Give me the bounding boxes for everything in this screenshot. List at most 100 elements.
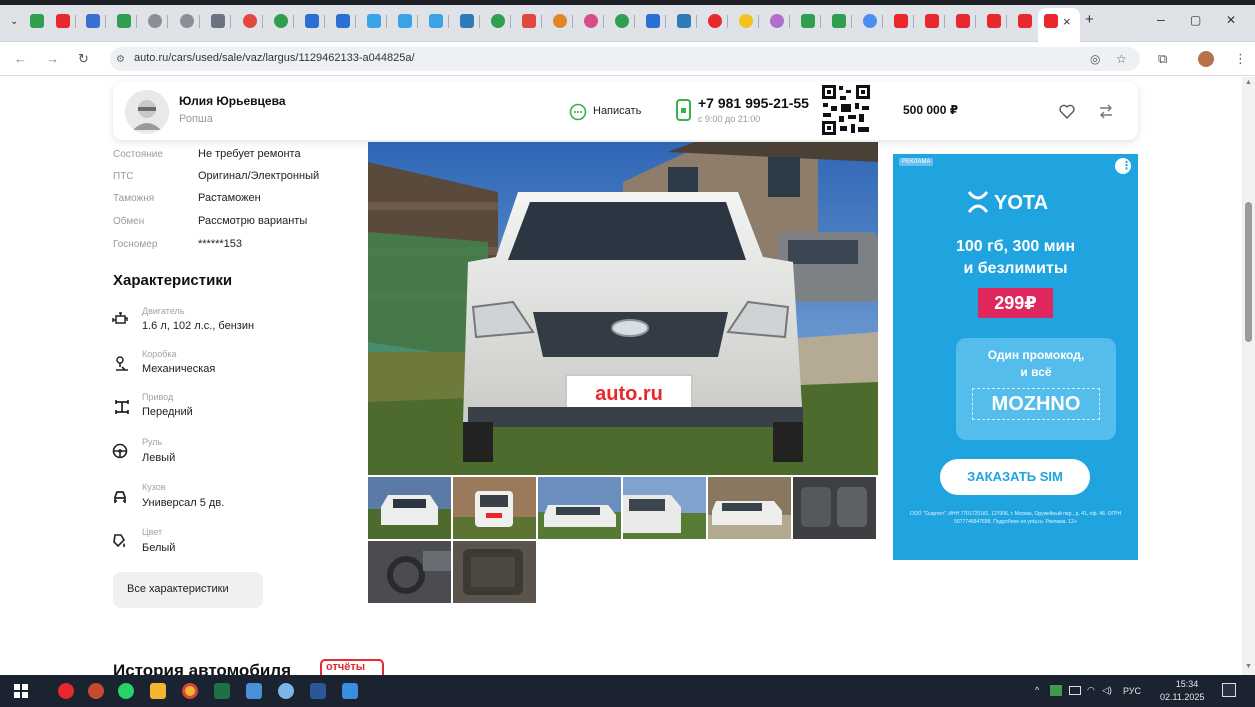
thumbnail[interactable] bbox=[453, 541, 536, 603]
tab-favicon-icon[interactable] bbox=[86, 14, 100, 28]
tab-favicon-icon[interactable] bbox=[30, 14, 44, 28]
tab-separator bbox=[75, 15, 76, 28]
ad-order-sim-button[interactable]: ЗАКАЗАТЬ SIM bbox=[940, 459, 1090, 495]
heart-favorite-icon[interactable] bbox=[1059, 104, 1075, 119]
thumbnail[interactable] bbox=[793, 477, 876, 539]
clock-date[interactable]: 02.11.2025 bbox=[1160, 692, 1204, 702]
network-icon[interactable]: ◠ bbox=[1087, 685, 1095, 696]
seller-name[interactable]: Юлия Юрьевцева bbox=[179, 94, 286, 108]
minimize-icon[interactable]: – bbox=[1157, 12, 1165, 26]
tab-favicon-icon[interactable] bbox=[987, 14, 1001, 28]
site-info-icon[interactable]: ⚙ bbox=[116, 53, 125, 67]
whatsapp-icon[interactable] bbox=[118, 683, 134, 699]
tab-favicon-icon[interactable] bbox=[460, 14, 474, 28]
tab-favicon-icon[interactable] bbox=[398, 14, 412, 28]
forward-arrow-icon[interactable]: → bbox=[46, 52, 59, 66]
tab-favicon-icon[interactable] bbox=[211, 14, 225, 28]
tab-favicon-icon[interactable] bbox=[925, 14, 939, 28]
tab-favicon-icon[interactable] bbox=[148, 14, 162, 28]
file-explorer-icon[interactable] bbox=[150, 683, 166, 699]
scroll-up-icon[interactable]: ▲ bbox=[1245, 79, 1252, 86]
word-icon[interactable] bbox=[310, 683, 326, 699]
extensions-icon[interactable]: ⧉ bbox=[1158, 52, 1167, 66]
restore-icon[interactable]: ▢ bbox=[1190, 13, 1201, 27]
tab-favicon-icon[interactable] bbox=[677, 14, 691, 28]
main-car-photo[interactable]: auto.ru bbox=[368, 142, 878, 475]
thumbnail[interactable] bbox=[538, 477, 621, 539]
tab-favicon-icon[interactable] bbox=[180, 14, 194, 28]
tab-favicon-icon[interactable] bbox=[117, 14, 131, 28]
address-bar[interactable]: ⚙ auto.ru/cars/used/sale/vaz/largus/1129… bbox=[110, 47, 1140, 71]
qr-code-icon[interactable] bbox=[821, 84, 871, 136]
thumbnail[interactable] bbox=[368, 541, 451, 603]
tab-favicon-icon[interactable] bbox=[1018, 14, 1032, 28]
volume-icon[interactable]: ◁) bbox=[1102, 685, 1112, 696]
bookmark-star-icon[interactable]: ☆ bbox=[1116, 52, 1127, 66]
notifications-icon[interactable] bbox=[1222, 683, 1236, 697]
tab-favicon-icon[interactable] bbox=[739, 14, 753, 28]
tab-favicon-icon[interactable] bbox=[56, 14, 70, 28]
app-icon[interactable] bbox=[278, 683, 294, 699]
paint-icon[interactable] bbox=[342, 683, 358, 699]
tab-favicon-icon[interactable] bbox=[522, 14, 536, 28]
tab-favicon-icon[interactable] bbox=[274, 14, 288, 28]
tab-favicon-icon[interactable] bbox=[863, 14, 877, 28]
tab-favicon-icon[interactable] bbox=[584, 14, 598, 28]
tab-favicon-icon[interactable] bbox=[770, 14, 784, 28]
reports-badge[interactable]: отчёты bbox=[320, 659, 384, 675]
tab-favicon-icon[interactable] bbox=[553, 14, 567, 28]
tab-search-icon[interactable]: ⌄ bbox=[10, 15, 18, 29]
tab-favicon-icon[interactable] bbox=[243, 14, 257, 28]
eye-off-icon[interactable]: ◎ bbox=[1090, 52, 1100, 66]
url-text[interactable]: auto.ru/cars/used/sale/vaz/largus/112946… bbox=[134, 52, 415, 64]
car-body-icon bbox=[114, 491, 126, 503]
seller-avatar[interactable] bbox=[125, 90, 169, 134]
thumbnail[interactable] bbox=[708, 477, 791, 539]
tab-favicon-icon[interactable] bbox=[832, 14, 846, 28]
tab-favicon-icon[interactable] bbox=[429, 14, 443, 28]
tray-app-icon[interactable] bbox=[1050, 685, 1062, 696]
seller-phone[interactable]: +7 981 995-21-55 bbox=[698, 95, 809, 111]
reload-icon[interactable]: ↻ bbox=[78, 52, 89, 66]
tab-favicon-icon[interactable] bbox=[894, 14, 908, 28]
thumbnail[interactable] bbox=[453, 477, 536, 539]
profile-avatar-icon[interactable] bbox=[1198, 51, 1214, 67]
menu-kebab-icon[interactable]: ⋮ bbox=[1234, 52, 1247, 66]
tab-favicon-icon[interactable] bbox=[367, 14, 381, 28]
scrollbar-thumb[interactable] bbox=[1245, 202, 1252, 342]
tab-close-icon[interactable]: × bbox=[1063, 15, 1071, 29]
tab-favicon-icon[interactable] bbox=[491, 14, 505, 28]
tab-favicon-icon[interactable] bbox=[615, 14, 629, 28]
app-icon[interactable] bbox=[246, 683, 262, 699]
thumbnail[interactable] bbox=[623, 477, 706, 539]
window-close-icon[interactable]: ✕ bbox=[1226, 13, 1236, 27]
tab-favicon-icon[interactable] bbox=[956, 14, 970, 28]
ad-more-icon[interactable]: ⋮ bbox=[1115, 158, 1132, 174]
yandex-browser-icon[interactable] bbox=[58, 683, 74, 699]
yota-ad-banner[interactable]: РЕКЛАМА ⋮ YOTA 100 гб, 300 мин и безлими… bbox=[893, 154, 1138, 560]
back-arrow-icon[interactable]: ← bbox=[14, 52, 27, 66]
scroll-down-icon[interactable]: ▼ bbox=[1245, 663, 1252, 670]
tab-separator bbox=[789, 15, 790, 28]
battery-icon[interactable] bbox=[1069, 686, 1081, 695]
reports-badge-label: отчёты bbox=[326, 661, 366, 673]
all-specs-button[interactable]: Все характеристики bbox=[113, 572, 263, 608]
language-indicator[interactable]: РУС bbox=[1123, 686, 1141, 696]
tab-favicon-icon[interactable] bbox=[801, 14, 815, 28]
tab-separator bbox=[603, 15, 604, 28]
new-tab-icon[interactable]: + bbox=[1085, 12, 1094, 27]
tab-favicon-icon[interactable] bbox=[708, 14, 722, 28]
chrome-icon[interactable] bbox=[182, 683, 198, 699]
clock-time[interactable]: 15:34 bbox=[1167, 679, 1207, 689]
excel-icon[interactable] bbox=[214, 683, 230, 699]
windows-start-icon[interactable] bbox=[14, 684, 28, 698]
thumbnail[interactable] bbox=[368, 477, 451, 539]
tab-favicon-icon[interactable] bbox=[646, 14, 660, 28]
app-icon[interactable] bbox=[88, 683, 104, 699]
active-tab[interactable]: × bbox=[1038, 8, 1080, 42]
page-scrollbar[interactable]: ▲ ▼ bbox=[1242, 77, 1255, 675]
compare-arrows-icon[interactable] bbox=[1098, 104, 1114, 119]
tray-chevron-icon[interactable]: ^ bbox=[1035, 685, 1039, 695]
tab-favicon-icon[interactable] bbox=[305, 14, 319, 28]
tab-favicon-icon[interactable] bbox=[336, 14, 350, 28]
